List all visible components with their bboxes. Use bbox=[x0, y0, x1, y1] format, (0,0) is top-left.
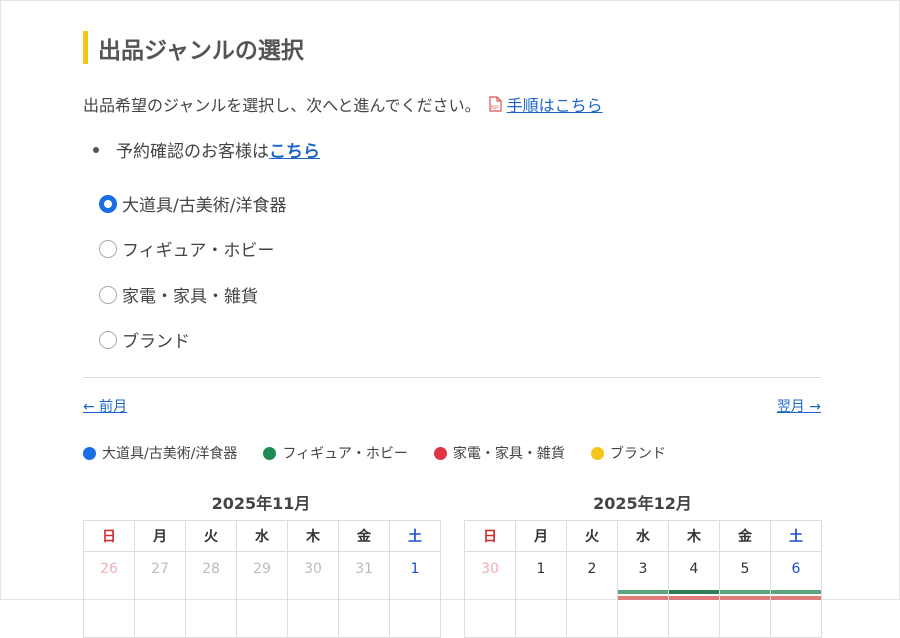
svg-text:PDF: PDF bbox=[491, 105, 499, 110]
page-title: 出品ジャンルの選択 bbox=[98, 37, 304, 64]
radio-button[interactable] bbox=[99, 239, 117, 258]
calendar-day[interactable]: 30 bbox=[287, 551, 339, 638]
event-bar-figures[interactable] bbox=[669, 590, 719, 594]
weekday-mon: 月 bbox=[134, 520, 186, 552]
divider bbox=[83, 377, 821, 378]
description-row: 出品希望のジャンルを選択し、次へと進んでください。 PDF 手順はこちら bbox=[83, 92, 603, 116]
calendar-november: 日 月 火 水 木 金 土 26 27 28 29 30 31 1 bbox=[83, 520, 441, 638]
day-number: 5 bbox=[740, 561, 750, 577]
genre-legend: 大道具/古美術/洋食器 フィギュア・ホビー 家電・家具・雑貨 ブランド bbox=[83, 443, 692, 463]
next-month-link[interactable]: 翌月 → bbox=[777, 396, 821, 416]
weekday-fri: 金 bbox=[338, 520, 390, 552]
weekday-mon: 月 bbox=[515, 520, 567, 552]
reservation-text: 予約確認のお客様は bbox=[116, 142, 269, 162]
legend-dot bbox=[83, 446, 96, 460]
calendar-day[interactable]: 4 bbox=[668, 551, 720, 638]
genre-label: ブランド bbox=[122, 332, 190, 352]
calendar-day[interactable]: 1 bbox=[515, 551, 567, 638]
calendar-day[interactable]: 29 bbox=[236, 551, 288, 638]
genre-option-appliances[interactable]: 家電・家具・雑貨 bbox=[99, 282, 258, 307]
pdf-icon: PDF bbox=[489, 96, 502, 112]
day-number: 6 bbox=[791, 561, 801, 577]
genre-label: 家電・家具・雑貨 bbox=[122, 287, 258, 307]
weekday-sat: 土 bbox=[770, 520, 822, 552]
calendar-title-december: 2025年12月 bbox=[593, 494, 692, 513]
reservation-link[interactable]: こちら bbox=[269, 137, 320, 162]
title-accent-bar bbox=[83, 31, 88, 64]
procedure-link[interactable]: 手順はこちら bbox=[507, 92, 603, 116]
calendar-day[interactable]: 1 bbox=[389, 551, 441, 638]
weekday-sun: 日 bbox=[83, 520, 135, 552]
page-title-row: 出品ジャンルの選択 bbox=[83, 31, 304, 64]
event-bar-figures[interactable] bbox=[618, 590, 668, 594]
weekday-tue: 火 bbox=[566, 520, 618, 552]
genre-option-figures[interactable]: フィギュア・ホビー bbox=[99, 236, 274, 261]
event-bar-appliances[interactable] bbox=[669, 596, 719, 600]
description-text: 出品希望のジャンルを選択し、次へと進んでください。 bbox=[83, 96, 481, 115]
genre-option-brand[interactable]: ブランド bbox=[99, 327, 190, 352]
event-bar-appliances[interactable] bbox=[771, 596, 821, 600]
calendar-december: 日 月 火 水 木 金 土 30 1 2 3 4 5 6 bbox=[464, 520, 822, 638]
genre-option-antiques[interactable]: 大道具/古美術/洋食器 bbox=[99, 191, 286, 216]
weekday-wed: 水 bbox=[617, 520, 669, 552]
calendar-day[interactable]: 5 bbox=[719, 551, 771, 638]
weekday-tue: 火 bbox=[185, 520, 237, 552]
calendar-day[interactable]: 30 bbox=[464, 551, 516, 638]
day-number: 3 bbox=[638, 561, 648, 577]
legend-label: 大道具/古美術/洋食器 bbox=[102, 446, 238, 462]
day-number: 4 bbox=[689, 561, 699, 577]
weekday-wed: 水 bbox=[236, 520, 288, 552]
legend-item: 大道具/古美術/洋食器 bbox=[83, 443, 237, 463]
legend-item: フィギュア・ホビー bbox=[263, 443, 408, 463]
calendar-day[interactable]: 26 bbox=[83, 551, 135, 638]
weekday-thu: 木 bbox=[668, 520, 720, 552]
event-bar-appliances[interactable] bbox=[720, 596, 770, 600]
calendar-day[interactable]: 27 bbox=[134, 551, 186, 638]
genre-label: フィギュア・ホビー bbox=[122, 241, 275, 261]
genre-label: 大道具/古美術/洋食器 bbox=[122, 196, 287, 216]
legend-dot bbox=[263, 446, 277, 460]
legend-dot bbox=[590, 446, 604, 460]
calendar-title-november: 2025年11月 bbox=[211, 494, 311, 513]
legend-label: 家電・家具・雑貨 bbox=[452, 446, 565, 462]
calendar-day[interactable]: 3 bbox=[617, 551, 669, 638]
legend-item: ブランド bbox=[590, 443, 666, 463]
weekday-sun: 日 bbox=[464, 520, 516, 552]
legend-item: 家電・家具・雑貨 bbox=[433, 443, 565, 463]
radio-button[interactable] bbox=[99, 194, 117, 213]
calendar-day[interactable]: 31 bbox=[338, 551, 390, 638]
weekday-sat: 土 bbox=[389, 520, 441, 552]
radio-button[interactable] bbox=[99, 285, 117, 304]
legend-label: ブランド bbox=[609, 446, 666, 462]
event-bar-figures[interactable] bbox=[771, 590, 821, 594]
radio-button[interactable] bbox=[99, 330, 117, 349]
legend-dot bbox=[433, 446, 447, 460]
bullet-dot bbox=[93, 146, 99, 153]
reservation-bullet: 予約確認のお客様は こちら bbox=[93, 137, 320, 162]
weekday-fri: 金 bbox=[719, 520, 771, 552]
event-bar-figures[interactable] bbox=[720, 590, 770, 594]
weekday-thu: 木 bbox=[287, 520, 339, 552]
legend-label: フィギュア・ホビー bbox=[282, 446, 408, 462]
prev-month-link[interactable]: ← 前月 bbox=[83, 396, 127, 416]
calendar-day[interactable]: 28 bbox=[185, 551, 237, 638]
event-bar-appliances[interactable] bbox=[618, 596, 668, 600]
calendar-day[interactable]: 2 bbox=[566, 551, 618, 638]
calendar-day[interactable]: 6 bbox=[770, 551, 822, 638]
